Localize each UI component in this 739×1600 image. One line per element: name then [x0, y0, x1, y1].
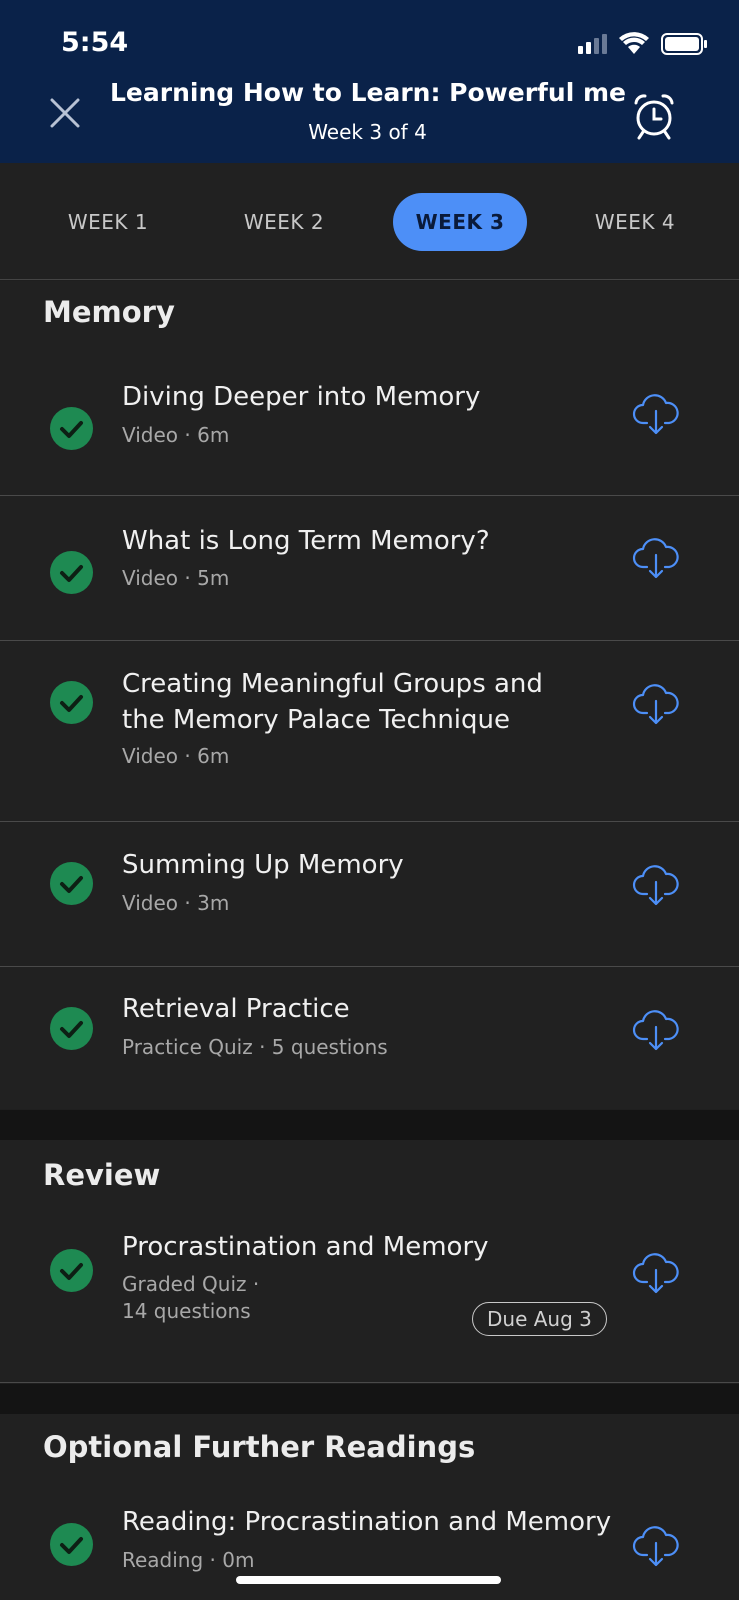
check-circle-icon	[50, 1249, 93, 1292]
download-icon[interactable]	[631, 1250, 681, 1296]
status-time: 5:54	[61, 27, 129, 58]
item-meta: Practice Quiz · 5 questions	[122, 1035, 388, 1059]
due-badge: Due Aug 3	[472, 1302, 607, 1336]
check-circle-icon	[50, 1523, 93, 1566]
item-title: What is Long Term Memory?	[122, 526, 490, 556]
list-item[interactable]: Creating Meaningful Groups and the Memor…	[0, 641, 739, 822]
list-item[interactable]: Summing Up Memory Video · 3m	[0, 822, 739, 967]
item-title: Procrastination and Memory	[122, 1232, 489, 1262]
check-circle-icon	[50, 551, 93, 594]
list-item[interactable]: Procrastination and Memory Graded Quiz ·…	[0, 1212, 739, 1383]
tab-week-2[interactable]: WEEK 2	[224, 193, 344, 251]
check-circle-icon	[50, 862, 93, 905]
item-meta-count: 14 questions	[122, 1299, 251, 1323]
alarm-button[interactable]	[626, 88, 682, 144]
tab-week-1[interactable]: WEEK 1	[50, 193, 166, 251]
close-button[interactable]	[40, 88, 90, 138]
section-title: Memory	[43, 295, 175, 329]
top-header: 5:54 Learning How to Learn: Powerful me.…	[0, 0, 739, 163]
week-subtitle: Week 3 of 4	[308, 120, 427, 144]
list-item[interactable]: Retrieval Practice Practice Quiz · 5 que…	[0, 967, 739, 1112]
item-title: Reading: Procrastination and Memory	[122, 1507, 612, 1537]
check-circle-icon	[50, 407, 93, 450]
alarm-clock-icon	[634, 94, 674, 140]
section-divider	[0, 1384, 739, 1414]
list-item[interactable]: Diving Deeper into Memory Video · 6m	[0, 337, 739, 496]
download-icon[interactable]	[631, 862, 681, 908]
download-icon[interactable]	[631, 1007, 681, 1053]
section-title: Optional Further Readings	[43, 1430, 476, 1464]
download-icon[interactable]	[631, 391, 681, 437]
item-title: Summing Up Memory	[122, 850, 404, 880]
close-icon	[50, 98, 80, 128]
item-meta: Video · 6m	[122, 423, 230, 447]
check-circle-icon	[50, 1007, 93, 1050]
battery-icon	[661, 33, 707, 55]
week-tabs: WEEK 1 WEEK 2 WEEK 3 WEEK 4	[0, 163, 739, 280]
item-meta: Reading · 0m	[122, 1548, 255, 1572]
wifi-icon	[619, 32, 649, 54]
item-meta-type: Graded Quiz ·	[122, 1272, 260, 1296]
item-meta: Video · 5m	[122, 566, 230, 590]
item-title: Diving Deeper into Memory	[122, 382, 481, 412]
download-icon[interactable]	[631, 681, 681, 727]
cellular-signal-icon	[578, 34, 607, 54]
download-icon[interactable]	[631, 1523, 681, 1569]
home-indicator[interactable]	[236, 1576, 501, 1584]
download-icon[interactable]	[631, 535, 681, 581]
section-title: Review	[43, 1158, 161, 1192]
item-meta: Video · 3m	[122, 891, 230, 915]
list-item[interactable]: What is Long Term Memory? Video · 5m	[0, 496, 739, 641]
section-optional-readings: Optional Further Readings Reading: Procr…	[0, 1414, 739, 1600]
check-circle-icon	[50, 681, 93, 724]
course-title: Learning How to Learn: Powerful me...	[110, 78, 625, 107]
section-divider	[0, 1110, 739, 1140]
item-title: Retrieval Practice	[122, 994, 350, 1024]
item-meta: Video · 6m	[122, 744, 230, 768]
item-title: Creating Meaningful Groups and the Memor…	[122, 669, 543, 735]
section-memory: Memory Diving Deeper into Memory Video ·…	[0, 281, 739, 1112]
section-review: Review Procrastination and Memory Graded…	[0, 1140, 739, 1383]
status-icons	[578, 32, 708, 56]
tab-week-4[interactable]: WEEK 4	[575, 193, 695, 251]
tab-week-3[interactable]: WEEK 3	[393, 193, 527, 251]
